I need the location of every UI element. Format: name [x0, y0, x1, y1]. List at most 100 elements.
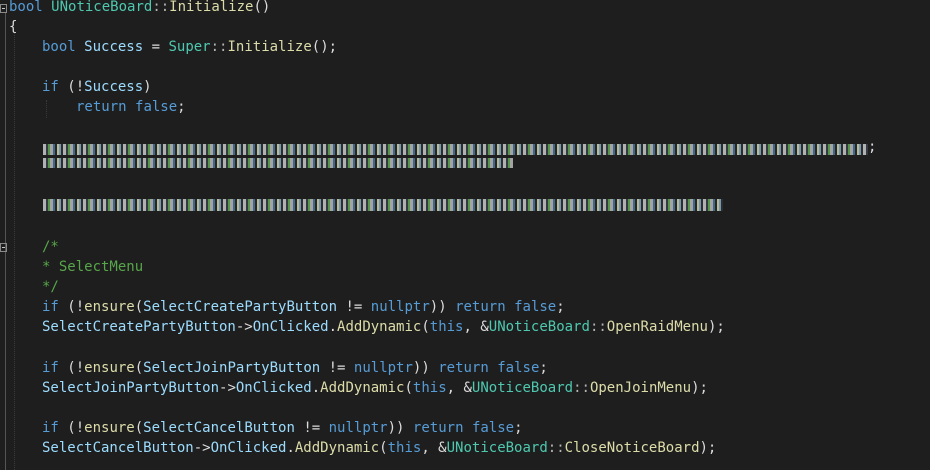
- operator: !=: [337, 299, 371, 315]
- punctuation: (!: [58, 79, 85, 95]
- punctuation: (: [134, 420, 144, 436]
- code-editor[interactable]: bool UNoticeBoard::Initialize() { bool S…: [0, 0, 930, 470]
- operator: ->: [193, 440, 211, 456]
- keyword: nullptr: [353, 360, 413, 376]
- variable: SelectCancelButton: [143, 420, 295, 436]
- punctuation: );: [707, 319, 725, 335]
- operator: ->: [219, 380, 236, 396]
- method-name: OpenRaidMenu: [606, 319, 708, 335]
- event-member: OnClicked: [235, 380, 312, 396]
- function-name: AddDynamic: [337, 319, 422, 335]
- punctuation: (: [134, 360, 144, 376]
- event-member: OnClicked: [252, 319, 329, 335]
- punctuation: ();: [311, 39, 338, 55]
- keyword: this: [412, 380, 447, 396]
- method-name: OpenJoinMenu: [589, 380, 692, 396]
- keyword: bool: [42, 39, 76, 55]
- keyword: return: [455, 299, 506, 315]
- punctuation: );: [691, 380, 708, 396]
- code-line-bind-create-party: SelectCreatePartyButton->OnClicked.AddDy…: [42, 317, 725, 337]
- operator: !=: [320, 360, 354, 376]
- redacted-code: [43, 158, 513, 168]
- punctuation: (!: [58, 360, 85, 376]
- method-name: CloseNoticeBoard: [564, 440, 700, 456]
- function-name: AddDynamic: [320, 380, 405, 396]
- class-name: Super: [168, 39, 211, 55]
- class-name: UNoticeBoard: [446, 440, 548, 456]
- indent-guide: [14, 32, 15, 470]
- code-line-bind-join-party: SelectJoinPartyButton->OnClicked.AddDyna…: [42, 378, 708, 398]
- keyword: false: [135, 99, 178, 115]
- keyword: bool: [9, 0, 43, 15]
- punctuation: ;: [556, 299, 565, 315]
- function-name: ensure: [84, 420, 135, 436]
- code-line-ensure-join-party: if (!ensure(SelectJoinPartyButton != nul…: [42, 358, 548, 378]
- variable: SelectCreatePartyButton: [42, 319, 236, 335]
- comment-open: /*: [42, 239, 59, 255]
- indent-guide: [46, 100, 47, 118]
- keyword: false: [497, 360, 540, 376]
- variable: SelectJoinPartyButton: [42, 380, 220, 396]
- punctuation: (: [404, 380, 413, 396]
- punctuation: ;: [539, 360, 548, 376]
- keyword: return: [438, 360, 489, 376]
- punctuation: ;: [177, 99, 186, 115]
- collapse-comment-icon[interactable]: [0, 243, 7, 252]
- code-line-if-not-success: if (!Success): [42, 77, 152, 97]
- punctuation: (: [134, 299, 144, 315]
- punctuation: (: [421, 319, 430, 335]
- keyword: nullptr: [370, 299, 430, 315]
- punctuation: ;: [868, 139, 877, 155]
- scope-operator: ::: [589, 319, 607, 335]
- keyword: this: [387, 440, 422, 456]
- punctuation: (!: [58, 299, 85, 315]
- keyword: nullptr: [328, 420, 388, 436]
- punctuation: (): [253, 0, 271, 15]
- keyword: return: [412, 420, 464, 436]
- redacted-line-tail: ;: [868, 137, 876, 157]
- redacted-code: [43, 199, 723, 211]
- punctuation: .: [286, 440, 295, 456]
- function-name: Initialize: [169, 0, 254, 15]
- code-line-return-false: return false;: [76, 97, 186, 117]
- keyword: if: [42, 360, 59, 376]
- code-line-function-signature: bool UNoticeBoard::Initialize(): [9, 0, 270, 17]
- function-name: Initialize: [227, 39, 312, 55]
- code-line-bind-cancel: SelectCancelButton->OnClicked.AddDynamic…: [42, 438, 716, 458]
- operator: !=: [294, 420, 329, 436]
- scope-operator: ::: [210, 39, 228, 55]
- comment-close: */: [42, 279, 59, 295]
- punctuation: );: [699, 440, 717, 456]
- variable: Success: [84, 39, 144, 55]
- punctuation: .: [311, 380, 321, 396]
- code-line-super-initialize: bool Success = Super::Initialize();: [42, 37, 337, 57]
- function-name: ensure: [84, 360, 135, 376]
- class-name: UNoticeBoard: [488, 319, 590, 335]
- operator: =: [143, 39, 169, 55]
- class-name: UNoticeBoard: [471, 380, 574, 396]
- variable: Success: [84, 79, 144, 95]
- variable: SelectCancelButton: [42, 440, 194, 456]
- operator: ->: [235, 319, 253, 335]
- function-name: ensure: [84, 299, 135, 315]
- punctuation: {: [9, 19, 18, 35]
- event-member: OnClicked: [210, 440, 287, 456]
- redacted-code: [43, 144, 868, 155]
- punctuation: )): [429, 299, 456, 315]
- class-name: UNoticeBoard: [51, 0, 153, 15]
- keyword: if: [42, 79, 59, 95]
- collapse-function-icon[interactable]: [0, 4, 7, 13]
- punctuation: , &: [463, 319, 489, 335]
- punctuation: ): [143, 79, 152, 95]
- keyword: if: [42, 299, 59, 315]
- variable: SelectJoinPartyButton: [143, 360, 321, 376]
- outline-line: [5, 12, 6, 470]
- code-line-open-brace: {: [9, 17, 17, 37]
- punctuation: (!: [58, 420, 85, 436]
- punctuation: (: [379, 440, 388, 456]
- punctuation: , &: [421, 440, 447, 456]
- punctuation: )): [387, 420, 413, 436]
- scope-operator: ::: [152, 0, 170, 15]
- keyword: false: [514, 299, 557, 315]
- variable: SelectCreatePartyButton: [143, 299, 338, 315]
